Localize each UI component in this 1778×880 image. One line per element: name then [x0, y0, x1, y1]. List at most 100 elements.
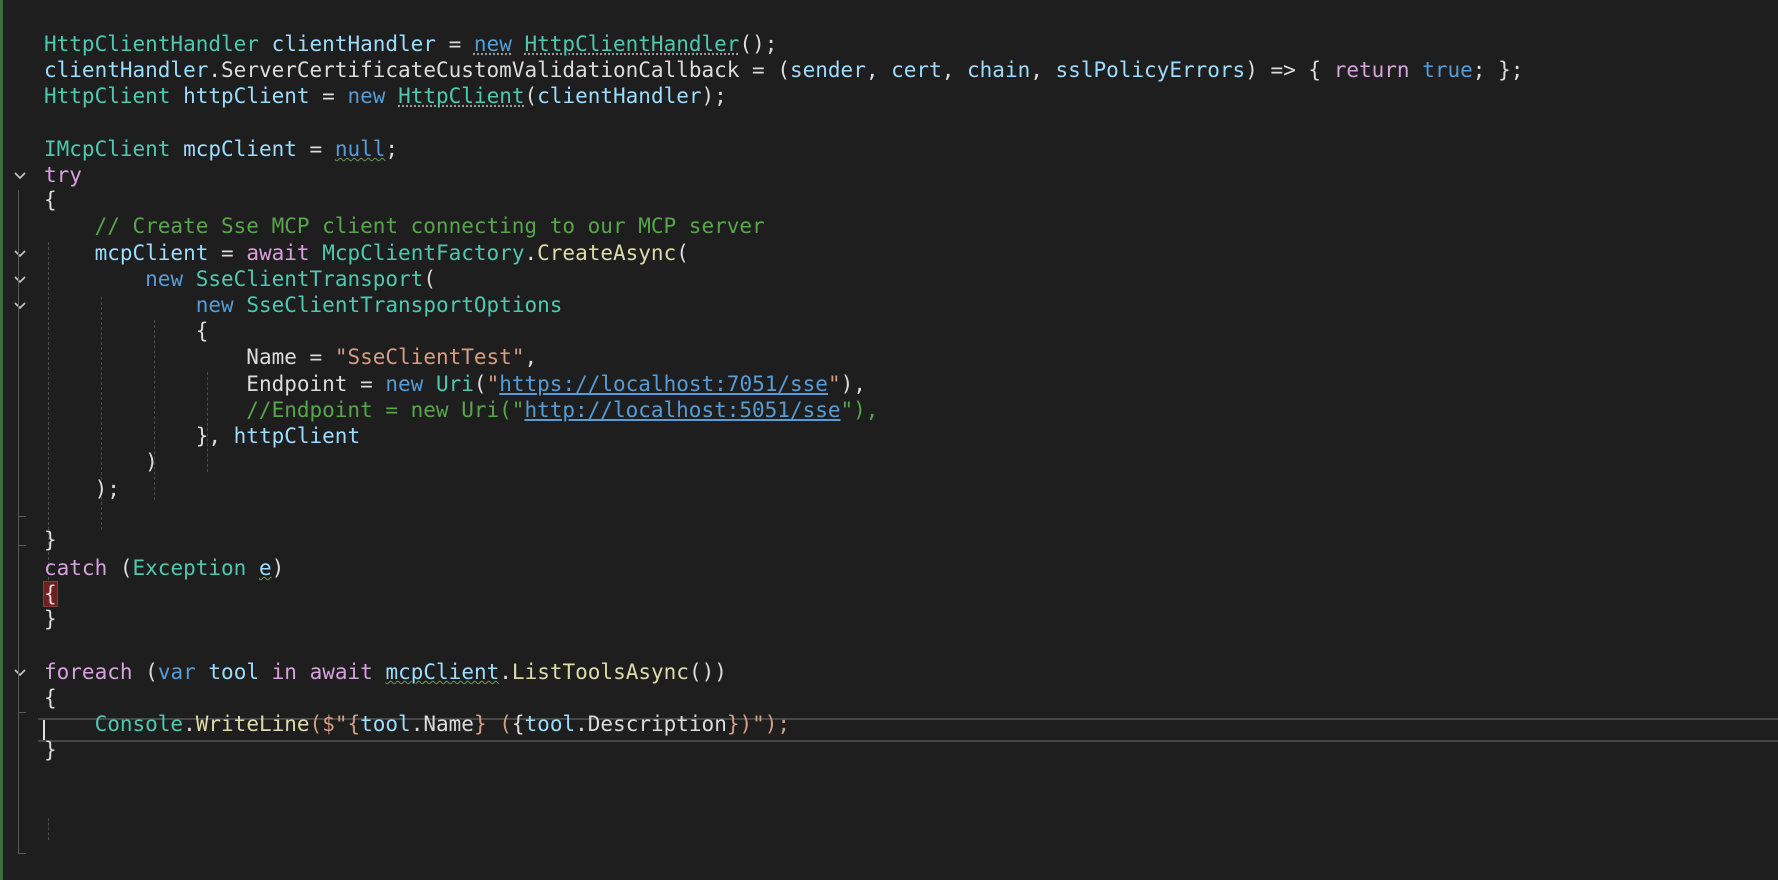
code-token: =: [208, 241, 247, 265]
code-token: ": [827, 372, 841, 396]
chevron-down-icon[interactable]: [10, 658, 30, 687]
code-token: "SseClientTest": [334, 345, 525, 369]
code-line[interactable]: new SseClientTransportOptions: [44, 291, 563, 320]
code-line[interactable]: }, httpClient: [44, 422, 360, 451]
code-token: new: [473, 32, 512, 56]
code-line[interactable]: );: [44, 475, 120, 504]
code-token: CreateAsync: [537, 241, 677, 265]
code-token: ,: [865, 58, 892, 82]
code-line[interactable]: new SseClientTransport(: [44, 265, 436, 294]
code-token: Description: [587, 712, 727, 736]
code-line[interactable]: {: [44, 317, 209, 346]
code-token: e: [258, 556, 272, 580]
code-token: sender: [789, 58, 866, 82]
code-token: HttpClientHandler: [524, 32, 740, 56]
code-token: mcpClient: [183, 137, 297, 161]
code-token: tool: [360, 712, 411, 736]
code-token: chain: [967, 58, 1031, 82]
code-token: new: [195, 293, 234, 317]
code-line[interactable]: foreach (var tool in await mcpClient.Lis…: [44, 658, 727, 687]
fold-range-line: [18, 694, 19, 853]
code-token: =: [347, 372, 386, 396]
code-line[interactable]: }: [44, 526, 57, 555]
code-token: =: [435, 32, 474, 56]
code-token: clientHandler: [537, 84, 702, 108]
code-token: new: [347, 84, 386, 108]
code-token: {: [511, 712, 525, 736]
code-line[interactable]: Endpoint = new Uri("https://localhost:70…: [44, 370, 866, 399]
chevron-down-icon[interactable]: [10, 291, 30, 320]
code-token: }: [44, 738, 57, 762]
code-line[interactable]: IMcpClient mcpClient = null;: [44, 135, 398, 164]
code-line[interactable]: //Endpoint = new Uri("http://localhost:5…: [44, 396, 878, 425]
code-token: HttpClient: [398, 84, 525, 108]
code-token: SseClientTransportOptions: [246, 293, 563, 317]
code-token: clientHandler: [271, 32, 436, 56]
code-token: {: [44, 188, 57, 212]
code-line[interactable]: }: [44, 605, 57, 634]
code-line[interactable]: HttpClient httpClient = new HttpClient(c…: [44, 82, 727, 111]
code-line[interactable]: Name = "SseClientTest",: [44, 343, 537, 372]
code-token: Name: [246, 345, 297, 369]
code-token: ()): [688, 660, 727, 684]
code-token: clientHandler: [44, 58, 209, 82]
code-token: tool: [208, 660, 259, 684]
code-token: ($"{: [309, 712, 361, 736]
code-token: .: [499, 660, 512, 684]
chevron-down-icon[interactable]: [10, 239, 30, 268]
code-token: ) => {: [1245, 58, 1334, 82]
code-token: =: [309, 84, 348, 108]
code-token: new: [385, 372, 424, 396]
code-line[interactable]: {: [44, 186, 57, 215]
code-line[interactable]: mcpClient = await McpClientFactory.Creat…: [44, 239, 689, 268]
code-line[interactable]: HttpClientHandler clientHandler = new Ht…: [44, 30, 777, 59]
code-token: {: [44, 319, 209, 343]
code-token: Name: [423, 712, 474, 736]
code-line[interactable]: clientHandler.ServerCertificateCustomVal…: [44, 56, 1523, 85]
fold-range-end: [18, 853, 26, 854]
code-line[interactable]: }: [44, 736, 57, 765]
code-token: = (: [739, 58, 790, 82]
code-token: ();: [739, 32, 778, 56]
code-line[interactable]: // Create Sse MCP client connecting to o…: [44, 212, 765, 241]
chevron-down-icon[interactable]: [10, 265, 30, 294]
code-token: } (: [473, 712, 512, 736]
code-line[interactable]: Console.WriteLine($"{tool.Name} ({tool.D…: [44, 710, 790, 739]
code-token: WriteLine: [195, 712, 310, 736]
chevron-down-icon[interactable]: [10, 161, 30, 190]
code-line[interactable]: ): [44, 448, 158, 477]
code-token: Uri: [435, 372, 474, 396]
code-token: }: [44, 528, 57, 552]
code-token: ;: [385, 137, 399, 161]
code-editor[interactable]: HttpClientHandler clientHandler = new Ht…: [0, 0, 1778, 880]
code-token: mcpClient: [385, 660, 500, 684]
code-token: "),: [840, 398, 879, 422]
code-line[interactable]: {: [44, 684, 57, 713]
change-indicator-bar: [0, 0, 3, 880]
code-token: {: [43, 581, 58, 607]
code-token: =: [296, 137, 335, 161]
code-token: ),: [840, 372, 866, 396]
code-line[interactable]: catch (Exception e): [44, 554, 284, 583]
code-token: Console: [94, 712, 184, 736]
code-token: cert: [891, 58, 942, 82]
fold-range-end: [18, 545, 26, 546]
code-token: (: [524, 84, 538, 108]
code-token: mcpClient: [94, 241, 209, 265]
code-token: return: [1333, 58, 1410, 82]
code-token: (: [676, 241, 689, 265]
code-token: }: [44, 607, 57, 631]
